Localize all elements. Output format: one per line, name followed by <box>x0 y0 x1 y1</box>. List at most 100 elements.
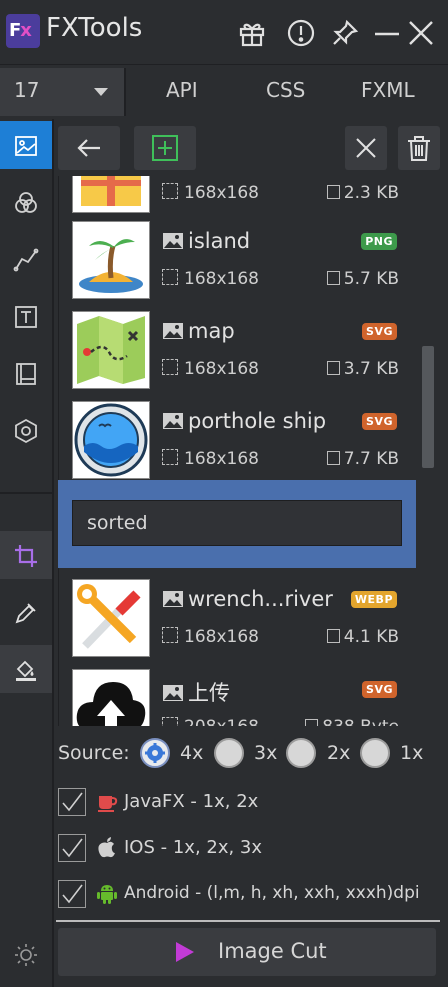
dimension-icon <box>162 627 178 643</box>
file-size-icon <box>326 271 340 285</box>
radio-label-1x: 1x <box>400 742 424 764</box>
sidebar-item-theme[interactable] <box>0 930 52 978</box>
bottom-divider <box>56 920 440 922</box>
item-thumbnail <box>72 669 150 726</box>
android-icon <box>97 885 117 904</box>
dimension-icon <box>162 269 178 285</box>
item-name: island <box>162 229 250 253</box>
chevron-down-icon <box>94 88 108 96</box>
sidebar-item-crop[interactable] <box>0 531 52 579</box>
tab-fxml[interactable]: FXML <box>361 78 415 102</box>
tab-api[interactable]: API <box>166 78 198 102</box>
image-icon <box>163 413 183 429</box>
hexagon-icon <box>15 418 37 444</box>
sidebar-item-text[interactable] <box>0 292 52 340</box>
image-cut-button[interactable]: Image Cut <box>58 928 436 976</box>
app-logo: Fx <box>6 14 40 48</box>
add-button[interactable] <box>134 126 196 170</box>
delete-button[interactable] <box>398 126 440 170</box>
list-item[interactable]: island PNG 168x168 5.7 KB <box>59 217 419 307</box>
file-size-icon <box>326 629 340 643</box>
book-icon <box>16 363 36 385</box>
ios-label: IOS - 1x, 2x, 3x <box>124 837 263 858</box>
file-size-icon <box>326 451 340 465</box>
check-icon <box>62 884 83 904</box>
format-badge: WEBP <box>350 591 397 608</box>
eyedropper-icon <box>15 603 36 624</box>
sidebar-item-fill[interactable] <box>0 645 52 693</box>
format-badge: PNG <box>361 233 397 250</box>
android-checkbox[interactable] <box>58 880 86 908</box>
minimize-icon[interactable] <box>372 18 402 48</box>
image-icon <box>163 323 183 339</box>
format-badge: SVG <box>362 413 397 430</box>
radio-1x[interactable] <box>360 738 390 768</box>
list-item[interactable]: wrench...river WEBP 168x168 4.1 KB <box>59 575 419 665</box>
item-thumbnail <box>72 401 150 479</box>
radio-label-3x: 3x <box>254 742 278 764</box>
back-button[interactable] <box>58 126 120 170</box>
sidebar-item-image[interactable] <box>0 121 52 169</box>
sort-row <box>58 480 416 568</box>
javafx-checkbox[interactable] <box>58 788 86 816</box>
clear-button[interactable] <box>345 126 387 170</box>
version-value: 17 <box>14 78 40 102</box>
item-dimensions: 168x168 <box>162 449 259 469</box>
item-name: porthole ship <box>162 409 326 433</box>
radio-2x[interactable] <box>286 738 316 768</box>
play-icon <box>176 942 194 962</box>
gift-icon[interactable] <box>237 18 267 48</box>
item-thumbnail <box>72 311 150 389</box>
item-dimensions: 168x168 <box>162 359 259 379</box>
circles-icon <box>15 192 37 213</box>
check-icon <box>62 838 83 858</box>
item-thumbnail <box>72 579 150 657</box>
pin-icon[interactable] <box>330 18 360 48</box>
image-icon <box>163 591 183 607</box>
info-icon[interactable] <box>286 18 316 48</box>
list-item[interactable]: porthole ship SVG 168x168 7.7 KB <box>59 397 419 487</box>
source-label: Source: <box>58 742 130 764</box>
sidebar-item-settings[interactable] <box>0 406 52 454</box>
tab-css[interactable]: CSS <box>266 78 305 102</box>
gear-icon <box>145 743 165 763</box>
item-dimensions: 168x168 <box>162 627 259 647</box>
item-thumbnail <box>72 176 150 213</box>
dimension-icon <box>162 359 178 375</box>
ios-checkbox[interactable] <box>58 834 86 862</box>
app-title: FXTools <box>46 13 143 43</box>
item-dimensions: 168x168 <box>162 183 259 203</box>
close-icon[interactable] <box>406 18 436 48</box>
radio-3x[interactable] <box>214 738 244 768</box>
sidebar-item-book[interactable] <box>0 349 52 397</box>
item-dimensions: 168x168 <box>162 269 259 289</box>
logo-text: Fx <box>9 20 32 41</box>
radio-4x[interactable] <box>140 738 170 768</box>
sort-input[interactable] <box>72 500 402 546</box>
scrollbar-thumb[interactable] <box>422 346 434 468</box>
list-item[interactable]: map SVG 168x168 3.7 KB <box>59 307 419 397</box>
sidebar-item-eyedropper[interactable] <box>0 588 52 636</box>
file-size-icon <box>326 185 340 199</box>
item-filesize: 3.7 KB <box>326 359 399 379</box>
image-list[interactable]: 168x168 2.3 KB island PNG 168x168 5.7 KB… <box>58 176 419 726</box>
check-icon <box>62 792 83 812</box>
javafx-label: JavaFX - 1x, 2x <box>124 791 259 812</box>
item-name: 上传 <box>162 677 230 707</box>
sidebar-item-path[interactable] <box>0 235 52 283</box>
sidebar-item-shapes[interactable] <box>0 178 52 226</box>
item-filesize: 2.3 KB <box>326 183 399 203</box>
version-select[interactable]: 17 <box>0 68 126 116</box>
file-size-icon <box>305 719 319 726</box>
file-size-icon <box>326 361 340 375</box>
list-item[interactable]: 168x168 2.3 KB <box>59 176 419 221</box>
item-name: map <box>162 319 235 343</box>
dimension-icon <box>162 717 178 726</box>
back-arrow-icon <box>77 139 100 157</box>
sidebar-divider <box>0 492 52 494</box>
list-item[interactable]: 上传 SVG 208x168 838 Byte <box>59 665 419 726</box>
text-icon <box>15 306 37 328</box>
radio-label-2x: 2x <box>327 742 351 764</box>
image-icon <box>163 685 183 701</box>
coffee-icon <box>98 796 118 812</box>
